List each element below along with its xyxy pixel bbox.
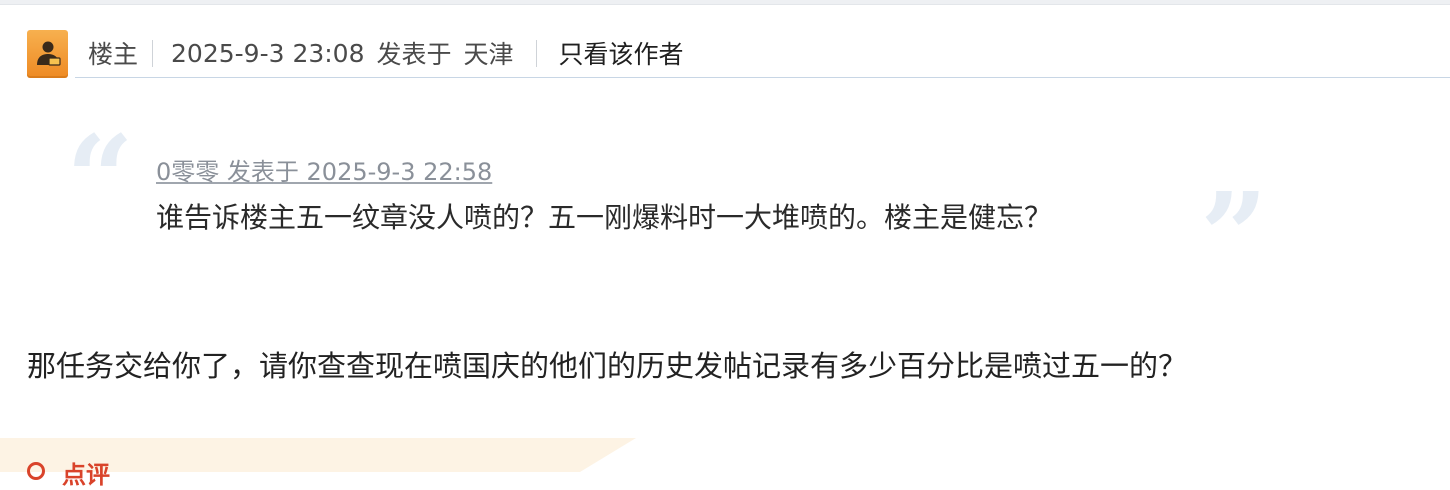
close-quote-icon: ” <box>1200 166 1268 305</box>
open-quote-icon: “ <box>66 109 134 248</box>
post-header: 楼主 2025-9-3 23:08 发表于 天津 只看该作者 <box>0 5 1450 78</box>
header-divider <box>75 77 1450 78</box>
post-location: 天津 <box>463 40 514 69</box>
rating-circle-icon <box>27 462 45 480</box>
meta-separator <box>152 39 154 67</box>
quote-citation-link[interactable]: 0零零 发表于 2025-9-3 22:58 <box>156 152 492 187</box>
posted-at-label: 发表于 <box>376 40 452 69</box>
quote-block: “ 0零零 发表于 2025-9-3 22:58 谁告诉楼主五一纹章没人喷的？五… <box>60 120 1270 295</box>
post-timestamp: 2025-9-3 23:08 <box>171 38 365 68</box>
meta-separator <box>535 39 537 67</box>
quote-text: 谁告诉楼主五一纹章没人喷的？五一刚爆料时一大堆喷的。楼主是健忘？ <box>156 201 1053 234</box>
only-author-link[interactable]: 只看该作者 <box>559 35 684 71</box>
user-badge-icon <box>27 30 68 78</box>
post-meta: 楼主 2025-9-3 23:08 发表于 天津 只看该作者 <box>88 35 684 71</box>
post-body: 那任务交给你了，请你查查现在喷国庆的他们的历史发帖记录有多少百分比是喷过五一的？ <box>27 349 1188 383</box>
op-label: 楼主 <box>88 40 139 69</box>
rating-label[interactable]: 点评 <box>62 455 110 490</box>
